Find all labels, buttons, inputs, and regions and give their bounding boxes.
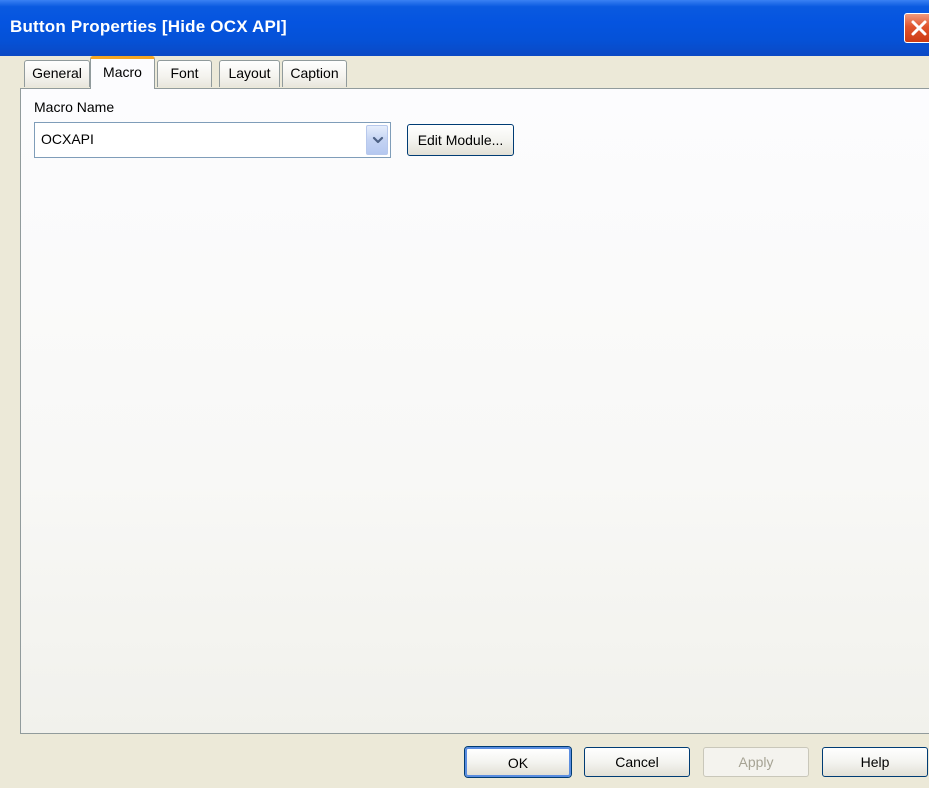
help-button[interactable]: Help bbox=[822, 747, 928, 777]
tab-font[interactable]: Font bbox=[157, 60, 212, 87]
edit-module-button[interactable]: Edit Module... bbox=[407, 124, 514, 156]
window-title: Button Properties [Hide OCX API] bbox=[10, 17, 287, 36]
tab-label: Macro bbox=[103, 64, 142, 80]
macro-name-label: Macro Name bbox=[34, 99, 115, 115]
cancel-button[interactable]: Cancel bbox=[584, 747, 690, 777]
tab-layout[interactable]: Layout bbox=[219, 60, 280, 87]
tab-label: Font bbox=[170, 65, 199, 81]
tab-label: Caption bbox=[290, 65, 339, 81]
tab-macro[interactable]: Macro bbox=[90, 56, 155, 89]
macro-name-combobox[interactable]: OCXAPI bbox=[34, 122, 391, 158]
tab-general[interactable]: General bbox=[24, 60, 90, 87]
close-icon bbox=[911, 20, 927, 36]
ok-button[interactable]: OK bbox=[465, 747, 571, 777]
tab-caption[interactable]: Caption bbox=[282, 60, 347, 87]
tab-label: General bbox=[32, 65, 82, 81]
dialog-window: Button Properties [Hide OCX API] General… bbox=[0, 0, 929, 788]
apply-button[interactable]: Apply bbox=[703, 747, 809, 777]
chevron-down-icon bbox=[372, 136, 384, 144]
macro-name-value: OCXAPI bbox=[41, 131, 94, 147]
tab-panel-macro bbox=[20, 88, 929, 734]
dropdown-button[interactable] bbox=[366, 125, 388, 155]
tab-label: Layout bbox=[228, 65, 271, 81]
close-button[interactable] bbox=[904, 13, 929, 43]
title-bar[interactable]: Button Properties [Hide OCX API] bbox=[0, 0, 929, 56]
